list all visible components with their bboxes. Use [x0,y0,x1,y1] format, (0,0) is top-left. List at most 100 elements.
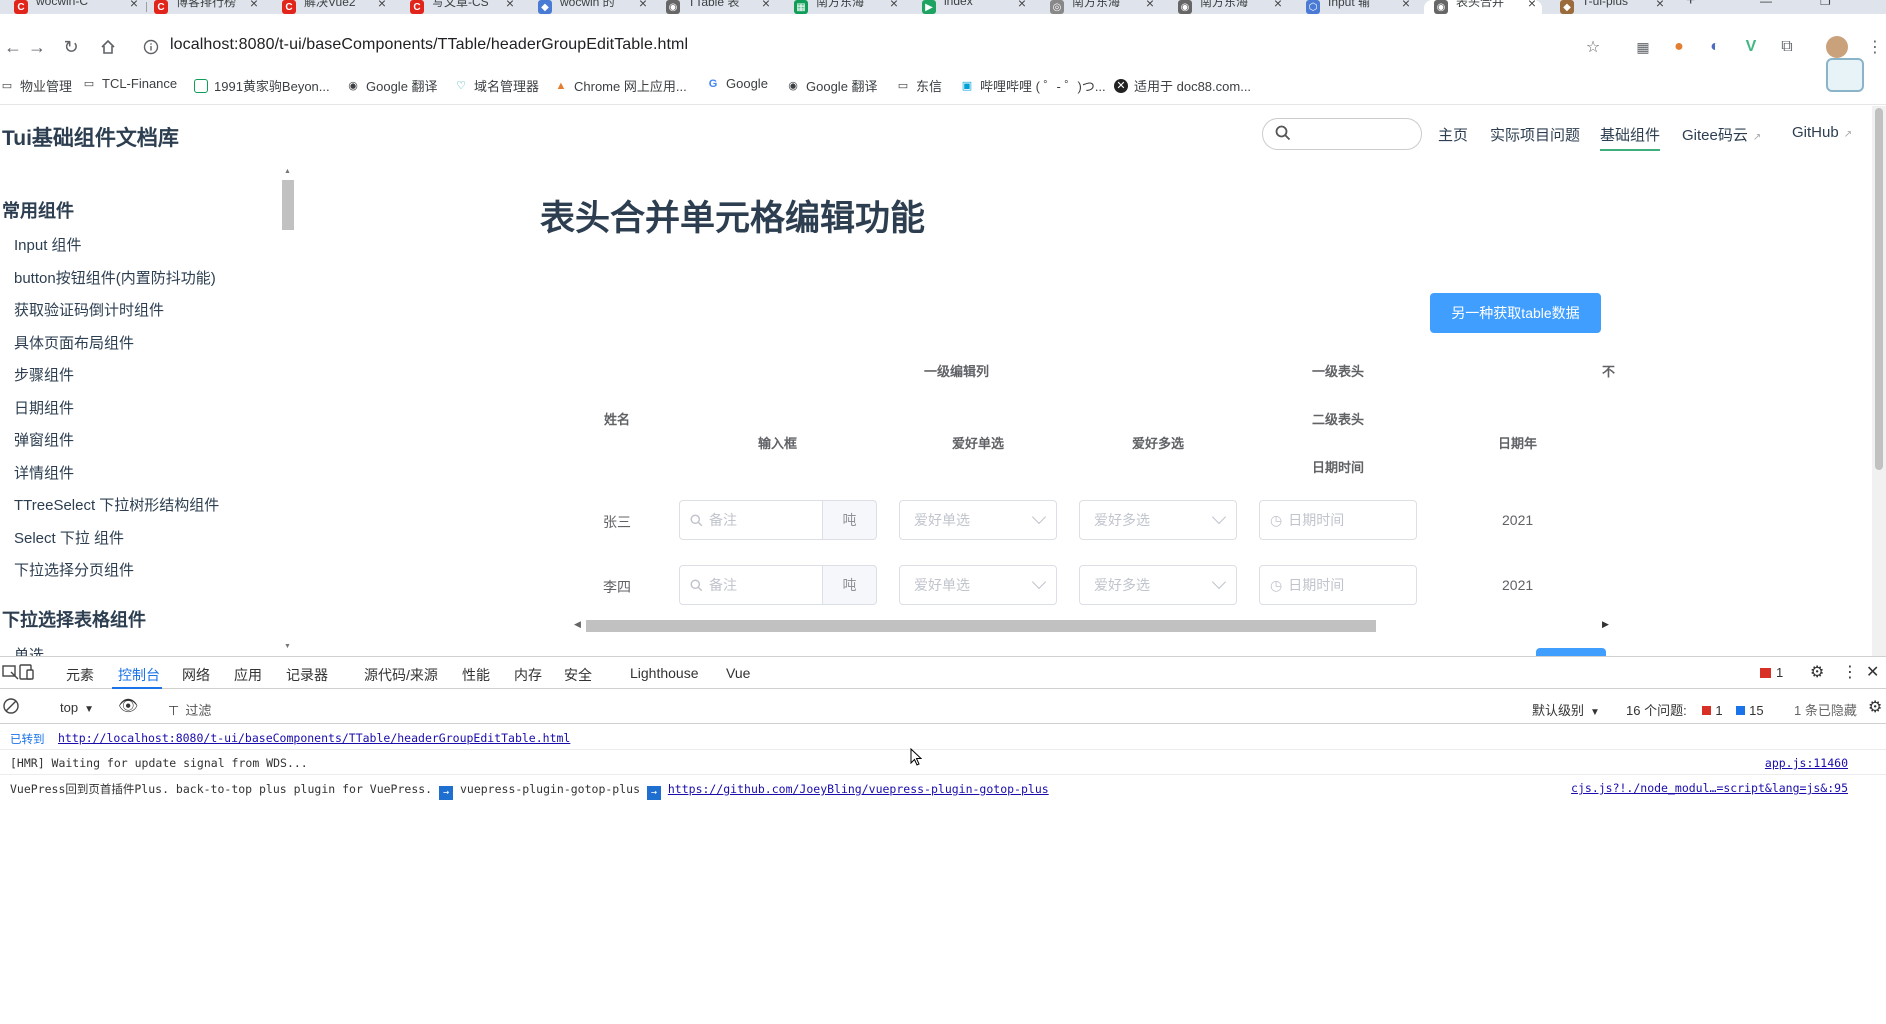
address-bar[interactable]: localhost:8080/t-ui/baseComponents/TTabl… [170,36,688,54]
bookmark-4[interactable]: ♡ 域名管理器 [454,76,539,95]
vue-devtools-extension[interactable]: V [1740,36,1762,58]
partial-button[interactable] [1536,648,1606,656]
sidebar-item-tree-select[interactable]: TTreeSelect 下拉树形结构组件 [14,494,219,515]
devtools-tab-memory[interactable]: 内存 [514,665,542,685]
profile-avatar[interactable] [1826,36,1848,58]
bookmark-9[interactable]: ▣ 哔哩哔哩 ( ゜- ゜)つ... [960,76,1106,95]
tab-2[interactable]: C 解决Vue2 × [282,0,392,14]
sidebar-item-button[interactable]: button按钮组件(内置防抖功能) [14,267,216,288]
remark-input-row2[interactable]: 备注 [679,565,823,605]
tab-12[interactable]: ◆ T-ui-plus × [1560,0,1670,14]
multi-select-row1[interactable]: 爱好多选 [1079,500,1237,540]
tab-6[interactable]: ▦ 南方东海 × [794,0,904,14]
devtools-tab-application[interactable]: 应用 [234,665,262,685]
site-title[interactable]: Tui基础组件文档库 [2,122,179,152]
close-icon[interactable]: × [1528,0,1536,11]
bookmark-5[interactable]: ▲ Chrome 网上应用... [554,76,687,95]
devtools-tab-security[interactable]: 安全 [564,665,592,685]
browser-menu-button[interactable]: ⋮ [1864,36,1886,58]
radio-select-row2[interactable]: 爱好单选 [899,565,1057,605]
device-toolbar-button[interactable] [18,663,36,681]
bookmark-8[interactable]: ▭ 东信 [896,76,942,95]
tab-4[interactable]: ◆ wocwin 的 × [538,0,653,14]
nav-real-issues[interactable]: 实际项目问题 [1490,124,1580,145]
devtools-tab-performance[interactable]: 性能 [462,665,490,685]
extension-qr[interactable]: ▦ [1632,36,1654,58]
sidebar-item-detail[interactable]: 详情组件 [14,462,74,483]
console-settings-button[interactable]: ⚙ [1868,697,1882,717]
tab-8[interactable]: ◎ 南方东海 × [1050,0,1160,14]
devtools-tab-lighthouse[interactable]: Lighthouse [630,665,699,681]
nav-base-components[interactable]: 基础组件 [1600,124,1661,151]
site-info-button[interactable] [138,34,164,60]
tab-9[interactable]: ◉ 南方东海 × [1178,0,1288,14]
devtools-settings-button[interactable]: ⚙ [1810,662,1824,682]
home-button[interactable] [95,34,121,60]
reload-button[interactable]: ↻ [58,34,84,60]
bookmark-6[interactable]: G Google [706,76,768,91]
bookmark-0[interactable]: ▭ 物业管理 [0,76,72,95]
remark-input-row1[interactable]: 备注 [679,500,823,540]
sidebar-item-select-page[interactable]: 下拉选择分页组件 [14,559,134,580]
bookmark-1[interactable]: ▭ TCL-Finance [82,76,177,91]
bookmark-3[interactable]: ◉ Google 翻译 [346,76,437,95]
tab-10[interactable]: ⬡ Input 输 × [1306,0,1416,14]
tab-1[interactable]: C 博客排行榜 × [154,0,264,14]
sidebar-item-layout[interactable]: 具体页面布局组件 [14,332,134,353]
sidebar-item-verify-code[interactable]: 获取验证码倒计时组件 [14,299,164,320]
devtools-tab-console[interactable]: 控制台 [118,665,160,685]
close-icon[interactable]: × [1274,0,1282,11]
sidebar-item-steps[interactable]: 步骤组件 [14,364,74,385]
forward-button[interactable]: → [24,34,50,60]
close-icon[interactable]: × [130,0,138,11]
datetime-picker-row2[interactable]: ◷ 日期时间 [1259,565,1417,605]
scroll-up-arrow-icon[interactable]: ▲ [284,168,291,175]
restore-button[interactable]: ❐ [1820,0,1840,14]
log-level-selector[interactable]: 默认级别 ▼ [1532,700,1600,719]
devtools-tab-sources[interactable]: 源代码/来源 [364,665,438,685]
extensions-button[interactable]: ⧉ [1776,36,1798,58]
nav-github[interactable]: GitHub ↗ [1792,124,1852,141]
tab-0[interactable]: Cwocwin-C × [14,0,144,14]
scroll-right-arrow-icon[interactable]: ▶ [1602,619,1609,630]
live-expression-button[interactable]: 👁 [118,696,138,716]
devtools-tab-vue[interactable]: Vue [726,665,750,681]
scroll-left-arrow-icon[interactable]: ◀ [574,619,581,630]
devtools-tab-recorder[interactable]: 记录器 [286,665,328,685]
bookmark-star-button[interactable]: ☆ [1582,36,1604,58]
search-input[interactable] [1262,118,1422,150]
multi-select-row2[interactable]: 爱好多选 [1079,565,1237,605]
close-icon[interactable]: × [762,0,770,11]
new-tab-button[interactable]: + [1686,0,1706,14]
bookmark-7[interactable]: ◉ Google 翻译 [786,76,877,95]
sidebar-group-common[interactable]: 常用组件 [2,197,74,223]
devtools-close-button[interactable]: ✕ [1866,662,1879,682]
error-counter[interactable]: 1 [1760,665,1783,680]
context-selector[interactable]: top ▼ [60,700,94,715]
extension-2[interactable]: ◐ [1704,36,1726,58]
clear-console-button[interactable] [2,697,22,717]
vuepress-plugin-link[interactable]: https://github.com/JoeyBling/vuepress-pl… [668,782,1049,796]
close-icon[interactable]: × [890,0,898,11]
tab-5[interactable]: ◉ TTable 表 × [666,0,776,14]
back-button[interactable]: ← [0,34,26,60]
datetime-picker-row1[interactable]: ◷ 日期时间 [1259,500,1417,540]
close-icon[interactable]: × [1656,0,1664,11]
close-icon[interactable]: × [1018,0,1026,11]
devtools-tab-network[interactable]: 网络 [182,665,210,685]
devtools-tab-elements[interactable]: 元素 [66,665,94,685]
extension-1[interactable]: ● [1668,36,1690,58]
issues-counter[interactable]: 16 个问题: 1 15 [1626,700,1764,719]
tab-3[interactable]: C 写文章-CS × [410,0,520,14]
hmr-source-link[interactable]: app.js:11460 [1765,756,1848,770]
close-icon[interactable]: × [250,0,258,11]
nav-home[interactable]: 主页 [1438,124,1468,145]
sidebar-item-dialog[interactable]: 弹窗组件 [14,429,74,450]
tab-11-active[interactable]: ◉ 表头合并 × [1424,0,1542,14]
radio-select-row1[interactable]: 爱好单选 [899,500,1057,540]
sidebar-group-select-table[interactable]: 下拉选择表格组件 [2,606,146,632]
tab-7[interactable]: ▶ index × [922,0,1032,14]
close-icon[interactable]: × [639,0,647,11]
sidebar-item-date[interactable]: 日期组件 [14,397,74,418]
bookmark-10[interactable]: ✕ 适用于 doc88.com... [1114,76,1251,95]
